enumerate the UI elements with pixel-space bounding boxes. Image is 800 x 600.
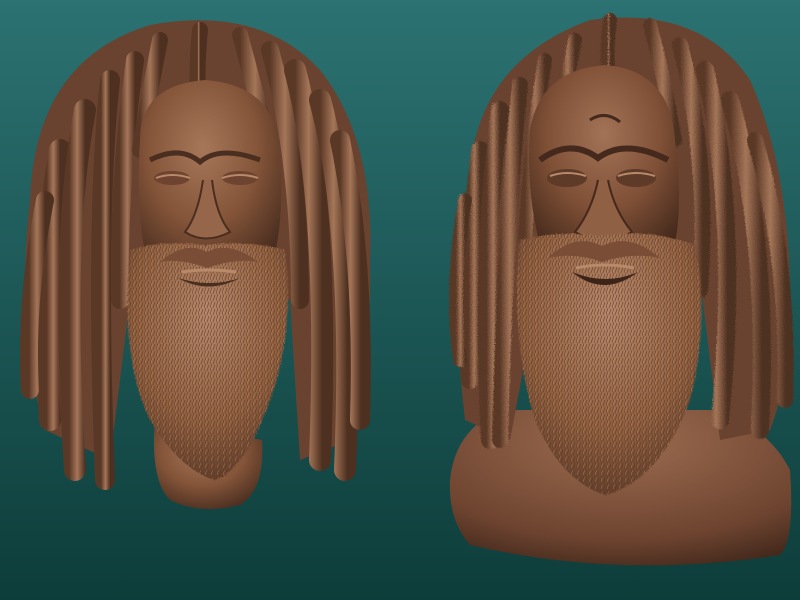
right-eye-l xyxy=(547,169,587,187)
right-head-sculpt xyxy=(449,13,794,566)
render-canvas xyxy=(0,0,800,600)
left-eye-l xyxy=(154,171,190,185)
right-eye-r xyxy=(616,169,656,187)
left-eye-r xyxy=(222,171,258,185)
render-viewport xyxy=(0,0,800,600)
left-head-sculpt xyxy=(20,20,371,509)
